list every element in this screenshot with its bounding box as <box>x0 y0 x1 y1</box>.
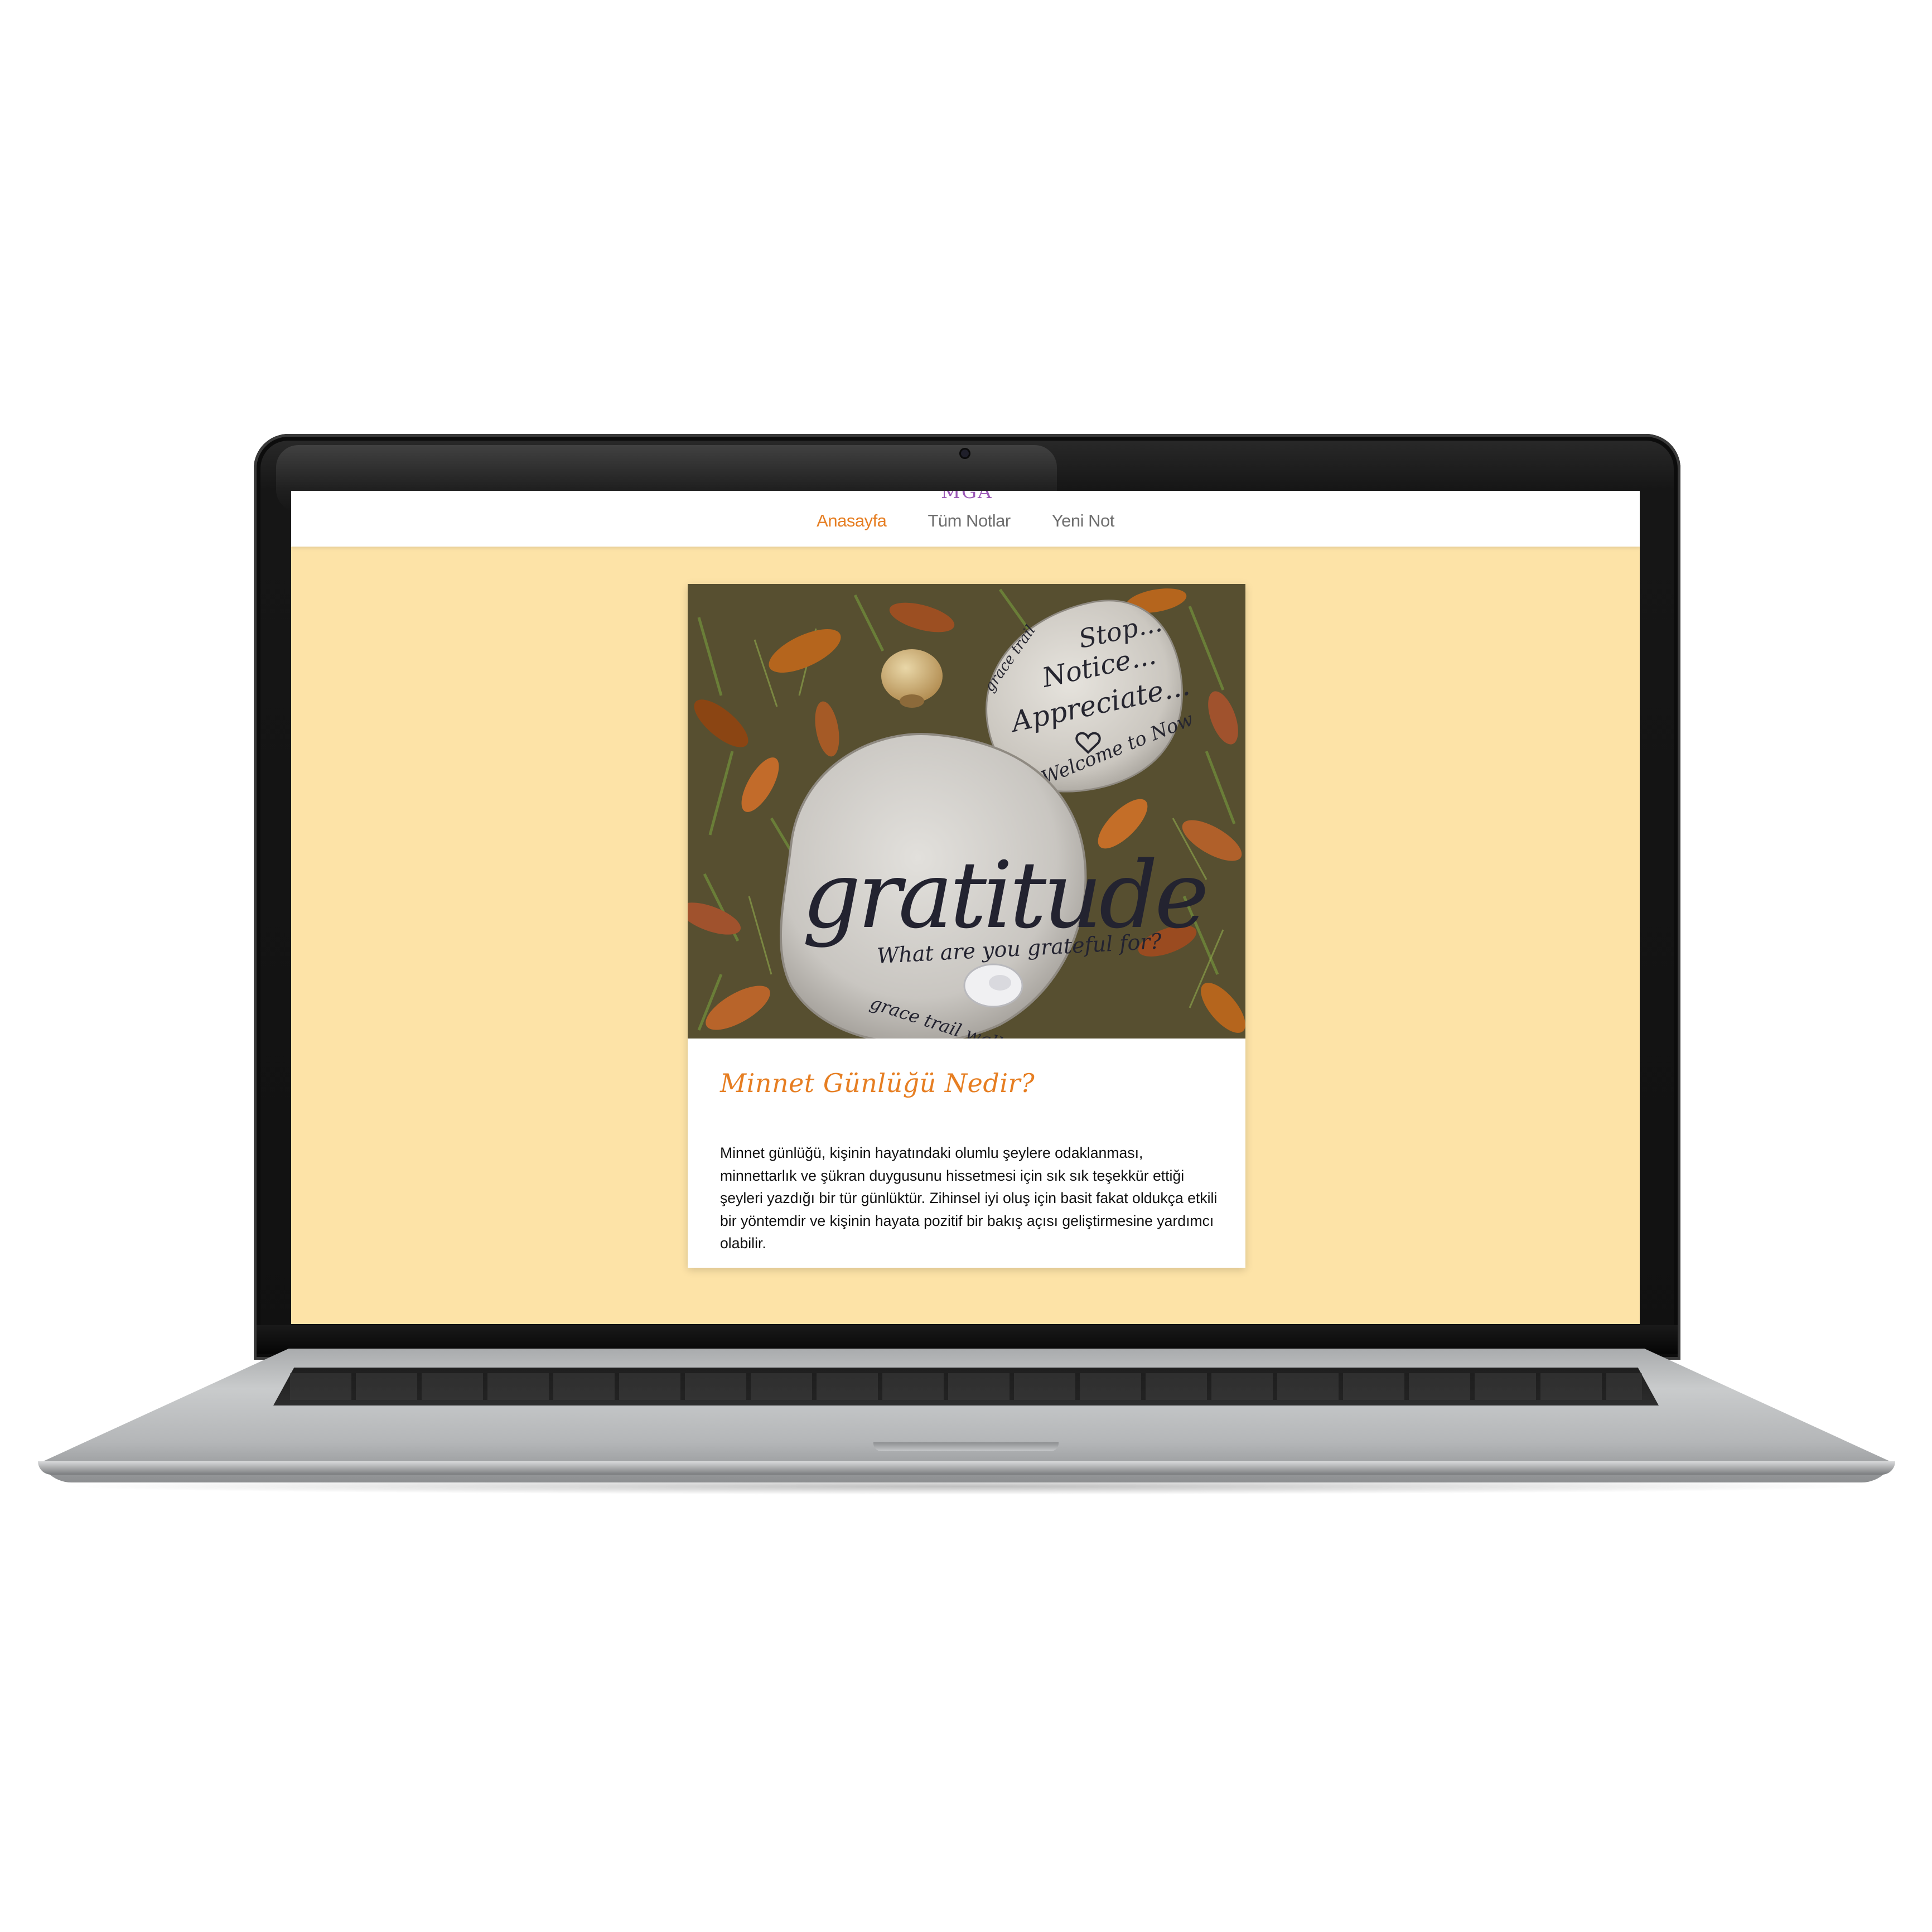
lid-opening-notch <box>873 1442 1059 1451</box>
top-navbar: MGA Anasayfa Tüm Notlar Yeni Not <box>291 491 1640 547</box>
nav-link-yeni-not[interactable]: Yeni Not <box>1052 506 1115 531</box>
stones-illustration: Stop... Notice... Appreciate... Welcome … <box>688 584 1245 1039</box>
info-card: Stop... Notice... Appreciate... Welcome … <box>688 584 1245 1268</box>
nav-link-anasayfa[interactable]: Anasayfa <box>817 506 887 531</box>
camera-icon <box>961 450 969 457</box>
keyboard-keys <box>290 1373 1642 1400</box>
card-description: Minnet günlüğü, kişinin hayatındaki olum… <box>720 1144 1218 1252</box>
laptop-base-edge <box>38 1461 1895 1475</box>
card-title: Minnet Günlüğü Nedir? <box>720 1068 1035 1098</box>
site-brand[interactable]: MGA <box>941 491 993 503</box>
nav-link-tum-notlar[interactable]: Tüm Notlar <box>928 506 1011 531</box>
browser-viewport: MGA Anasayfa Tüm Notlar Yeni Not Stop...… <box>291 491 1640 1324</box>
gratitude-stones-image: Stop... Notice... Appreciate... Welcome … <box>688 584 1245 1039</box>
laptop-mockup: MGA Anasayfa Tüm Notlar Yeni Not Stop...… <box>0 0 1932 1932</box>
